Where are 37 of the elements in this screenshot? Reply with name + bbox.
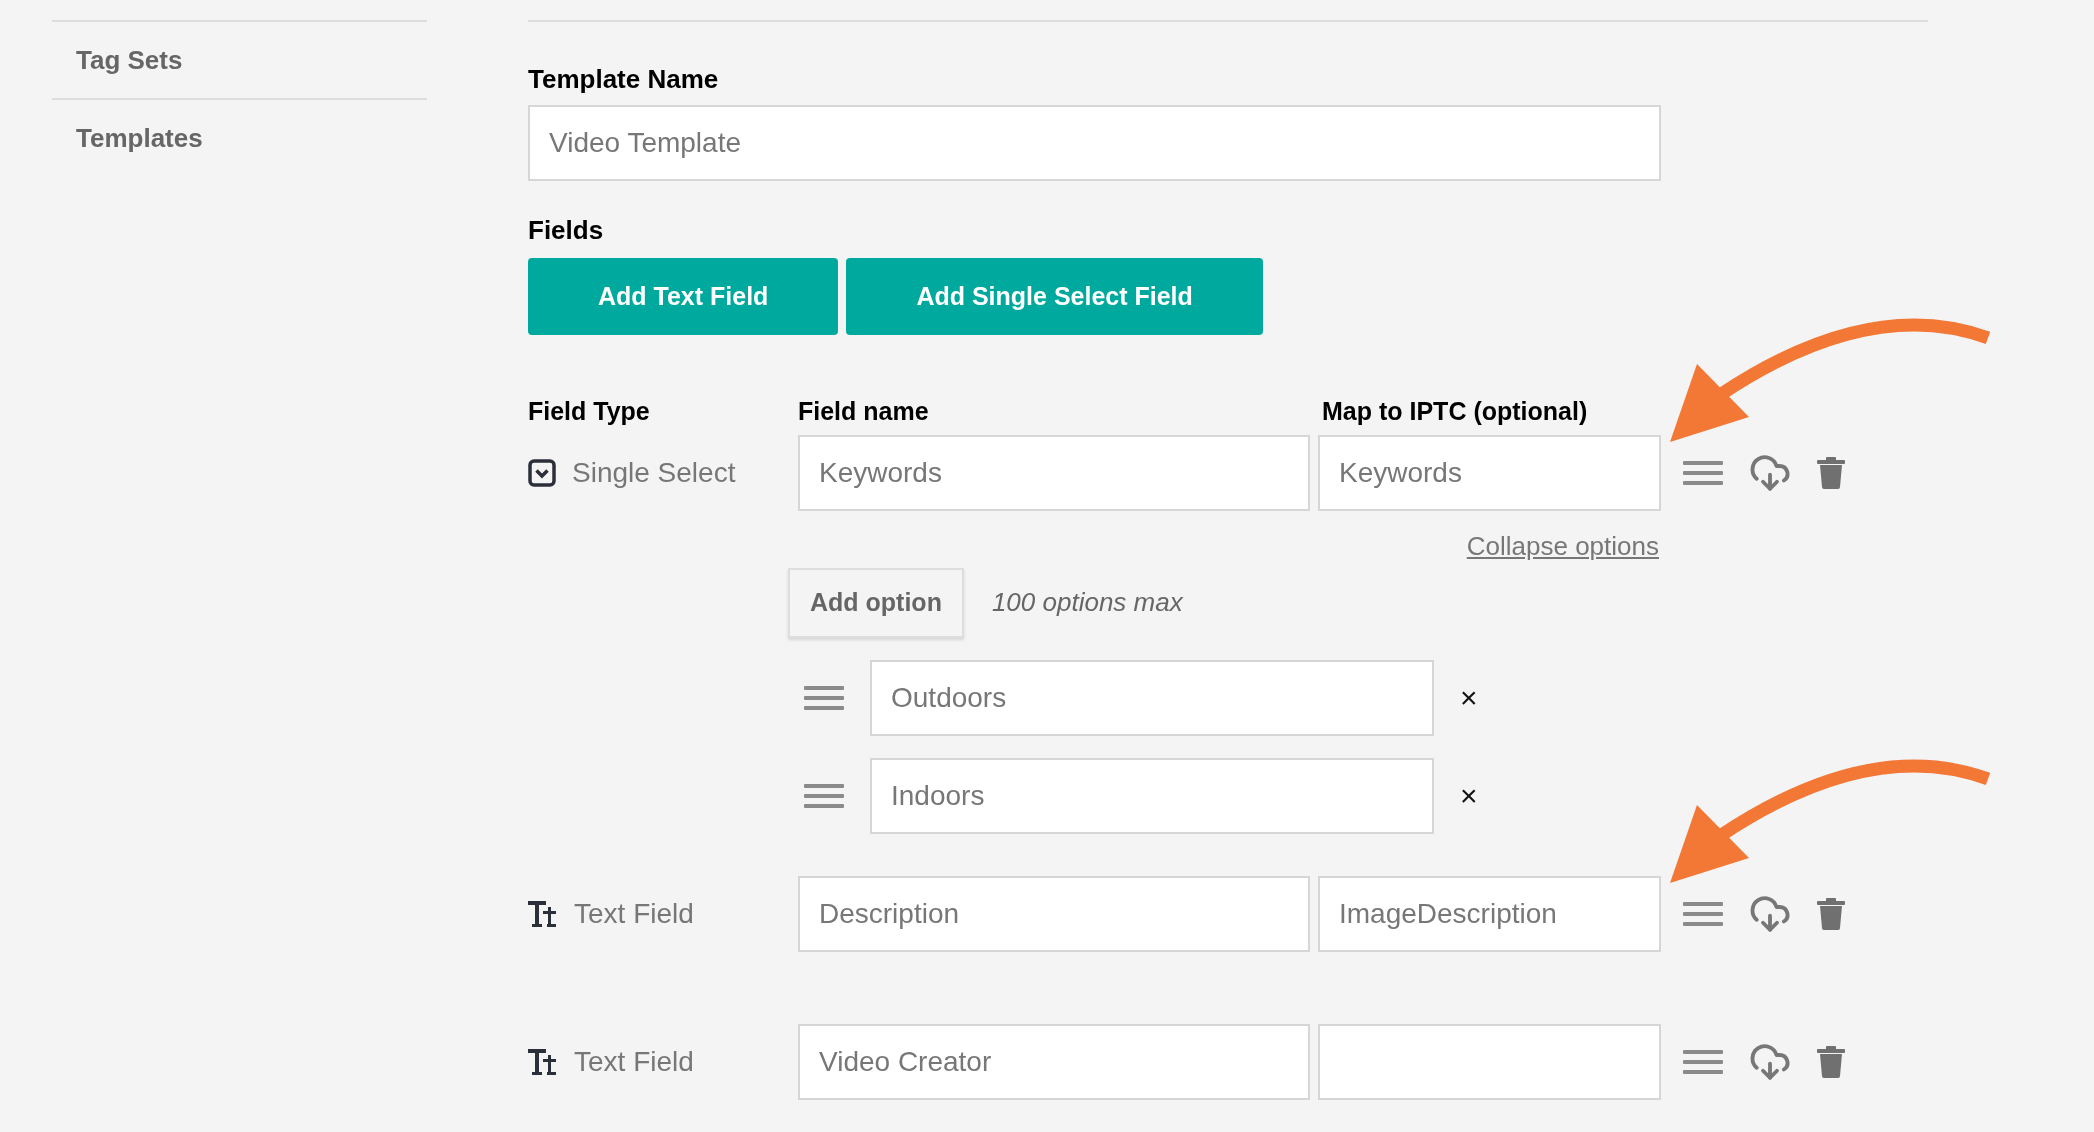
- drag-handle-icon[interactable]: [1683, 900, 1723, 927]
- drag-handle-icon[interactable]: [804, 782, 844, 809]
- trash-icon[interactable]: [1817, 456, 1845, 489]
- add-field-button[interactable]: Add Text Field: [528, 258, 839, 335]
- options-note: 100 options max: [991, 586, 1183, 619]
- trash-icon[interactable]: [1817, 1045, 1845, 1078]
- sidebar-item[interactable]: Tag Sets: [76, 40, 183, 80]
- option-input[interactable]: Outdoors: [870, 659, 1434, 736]
- text-format-icon: [528, 1046, 558, 1077]
- column-header: Field name: [798, 396, 930, 427]
- drag-handle-icon[interactable]: [1683, 1048, 1723, 1075]
- text-format-icon: [528, 898, 558, 929]
- iptc-input[interactable]: ImageDescription: [1318, 875, 1661, 952]
- field-name-input[interactable]: Keywords: [798, 434, 1310, 511]
- remove-option-button[interactable]: ×: [1460, 773, 1478, 818]
- add-option-button[interactable]: Add option: [788, 567, 964, 638]
- trash-icon[interactable]: [1817, 897, 1845, 930]
- sidebar-item[interactable]: Templates: [76, 118, 203, 158]
- column-header: Map to IPTC (optional): [1322, 396, 1588, 427]
- field-name-input[interactable]: Description: [798, 875, 1310, 952]
- column-header: Field Type: [528, 396, 651, 427]
- field-type-label: Text Field: [574, 896, 694, 931]
- template-name-label: Template Name: [528, 63, 720, 96]
- field-name-input[interactable]: Video Creator: [798, 1023, 1310, 1100]
- drag-handle-icon[interactable]: [1683, 459, 1723, 486]
- checkbox-chevron-icon: [528, 458, 556, 487]
- remove-option-button[interactable]: ×: [1460, 675, 1478, 720]
- drag-handle-icon[interactable]: [804, 684, 844, 711]
- field-type-label: Text Field: [574, 1044, 694, 1079]
- iptc-input[interactable]: [1318, 1023, 1661, 1100]
- add-field-button[interactable]: Add Single Select Field: [846, 258, 1263, 335]
- collapse-options-link[interactable]: Collapse options: [1466, 526, 1659, 566]
- iptc-input[interactable]: Keywords: [1318, 434, 1661, 511]
- fields-label: Fields: [528, 214, 605, 247]
- option-input[interactable]: Indoors: [870, 757, 1434, 834]
- template-name-input[interactable]: Video Template: [528, 105, 1661, 181]
- field-type-label: Single Select: [572, 455, 736, 490]
